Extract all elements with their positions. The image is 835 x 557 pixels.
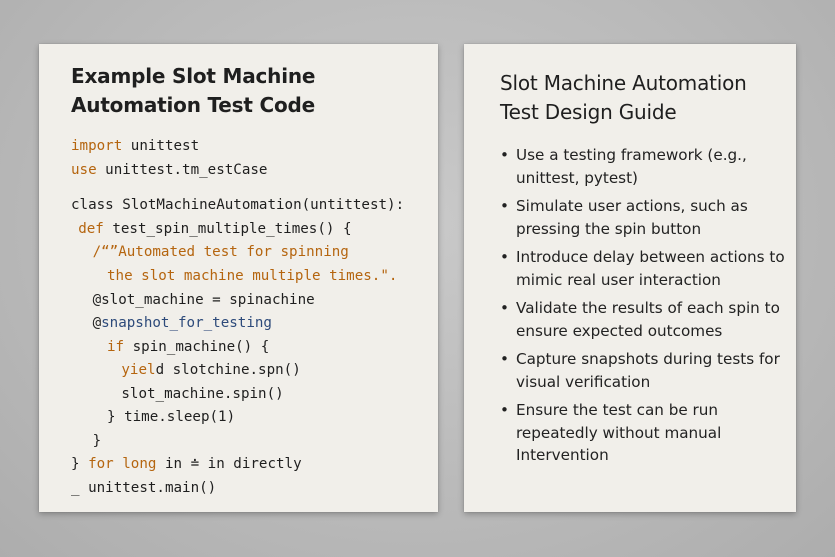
- code-token: /“”Automated test for spinning: [92, 244, 349, 260]
- code-line: def test_spin_multiple_times() {: [78, 219, 351, 239]
- bullet-icon: •: [500, 248, 509, 266]
- code-token: if: [107, 339, 125, 355]
- code-token: unittest: [122, 138, 200, 154]
- code-line: if spin_machine() {: [107, 337, 269, 357]
- guide-item-text: Use a testing framework (e.g., unittest,…: [516, 146, 747, 187]
- code-token: slot_machine.spin(): [121, 386, 284, 402]
- code-token: @: [92, 315, 102, 331]
- code-token: import: [71, 138, 123, 154]
- guide-item-text: Capture snapshots during tests for visua…: [516, 350, 780, 391]
- bullet-icon: •: [500, 299, 509, 317]
- guide-item: • Validate the results of each spin to en…: [498, 297, 790, 342]
- code-token: for long: [88, 456, 157, 472]
- code-token: unittest.tm_estCase: [96, 162, 268, 178]
- guide-item: • Ensure the test can be run repeatedly w…: [498, 399, 790, 467]
- guide-card: Slot Machine Automation Test Design Guid…: [464, 44, 796, 512]
- guide-card-title: Slot Machine Automation Test Design Guid…: [500, 71, 747, 124]
- code-line: @snapshot_for_testing: [93, 313, 272, 333]
- guide-item-text: Introduce delay between actions to mimic…: [516, 248, 785, 289]
- code-line: use unittest.tm_estCase: [71, 160, 267, 180]
- code-token: } time.sleep(1): [107, 409, 236, 425]
- guide-item: • Capture snapshots during tests for visu…: [498, 348, 790, 393]
- code-card-title: Example Slot Machine Automation Test Cod…: [71, 64, 316, 117]
- bullet-icon: •: [500, 146, 509, 164]
- code-token: def: [78, 221, 104, 237]
- bullet-icon: •: [500, 401, 509, 419]
- guide-item: • Use a testing framework (e.g., unittest…: [498, 144, 790, 189]
- code-token: use: [71, 162, 97, 178]
- code-line: } time.sleep(1): [107, 407, 235, 427]
- code-token: test_spin_multiple_times() {: [103, 221, 352, 237]
- code-token: }: [71, 456, 89, 472]
- code-line: _ unittest.main(): [71, 478, 216, 498]
- guide-item-text: Ensure the test can be run repeatedly wi…: [516, 401, 722, 464]
- guide-item: • Simulate user actions, such as pressing…: [498, 195, 790, 240]
- code-token: d slotchine.spn(): [155, 362, 301, 378]
- bullet-icon: •: [500, 197, 509, 215]
- code-token: the slot machine multiple times.".: [107, 268, 398, 284]
- code-token: spin_machine() {: [124, 339, 270, 355]
- code-token: class SlotMachineAutomation(untittest):: [71, 197, 405, 213]
- code-line: /“”Automated test for spinning: [93, 242, 349, 262]
- guide-item: • Introduce delay between actions to mimi…: [498, 246, 790, 291]
- code-line: class SlotMachineAutomation(untittest):: [71, 195, 404, 215]
- bullet-icon: •: [500, 350, 509, 368]
- code-line: }: [93, 431, 102, 451]
- code-token: yiel: [121, 362, 156, 378]
- code-token: @slot_machine = spinachine: [92, 292, 315, 308]
- code-line: yield slotchine.spn(): [121, 360, 300, 380]
- guide-item-text: Simulate user actions, such as pressing …: [516, 197, 748, 238]
- code-token: in ≐ in directly: [156, 456, 302, 472]
- code-token: snapshot_for_testing: [101, 315, 272, 331]
- code-token: }: [92, 433, 102, 449]
- code-line: import unittest: [71, 136, 199, 156]
- code-line: } for long in ≐ in directly: [71, 454, 302, 474]
- code-line: @slot_machine = spinachine: [93, 290, 315, 310]
- code-line: slot_machine.spin(): [121, 384, 283, 404]
- code-line: the slot machine multiple times.".: [107, 266, 397, 286]
- code-token: _ unittest.main(): [71, 480, 217, 496]
- guide-list: • Use a testing framework (e.g., unittest…: [498, 144, 790, 473]
- guide-item-text: Validate the results of each spin to ens…: [516, 299, 780, 340]
- code-card: Example Slot Machine Automation Test Cod…: [39, 44, 438, 512]
